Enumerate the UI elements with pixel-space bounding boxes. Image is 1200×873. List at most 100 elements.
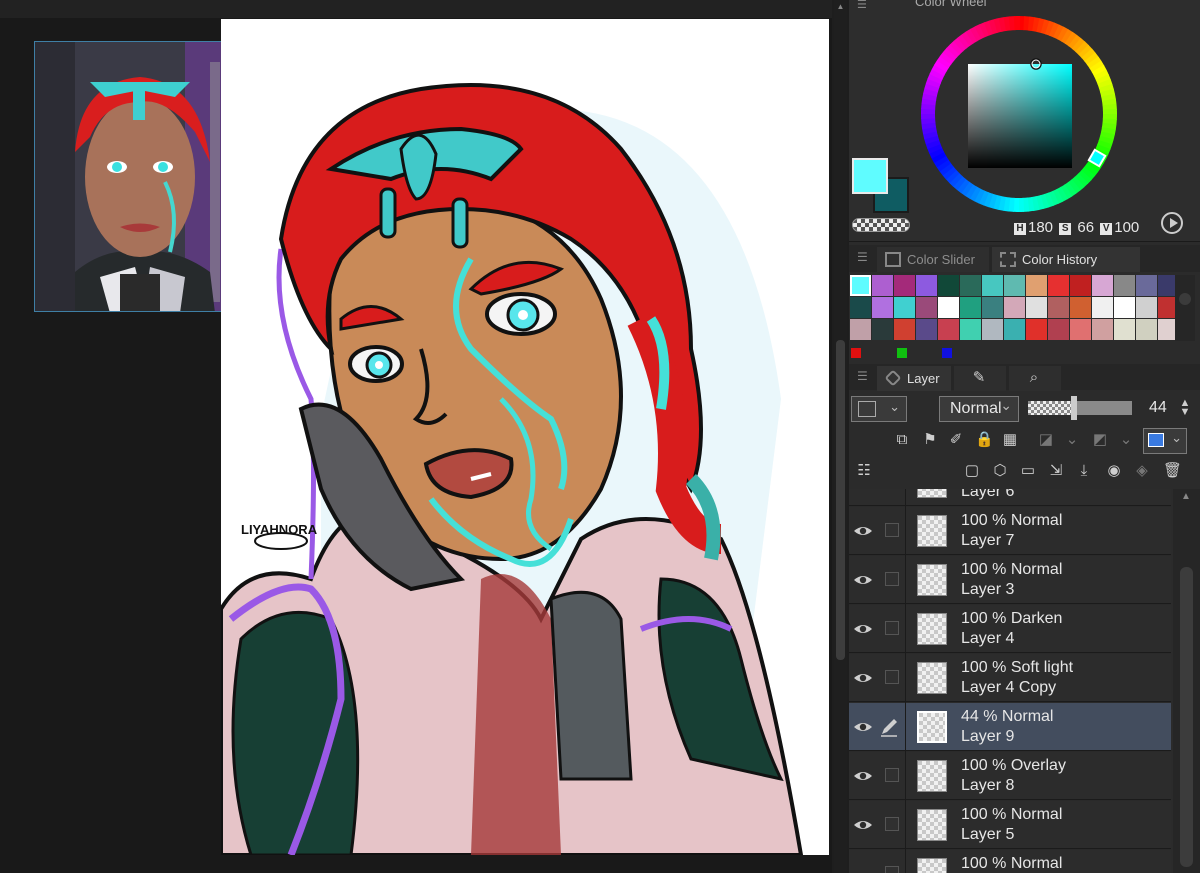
drawing-canvas[interactable]: LIYAHNORA <box>221 19 829 855</box>
transparent-color-swatch[interactable] <box>852 218 910 232</box>
layer-color-toggle[interactable]: ⌄ <box>1143 428 1187 454</box>
main-color-swatch[interactable] <box>852 158 888 194</box>
eye-icon[interactable] <box>853 570 873 590</box>
color-history-swatch[interactable] <box>1136 297 1157 318</box>
layer-settings-icon[interactable]: ☷ <box>855 462 873 480</box>
color-history-swatch[interactable] <box>938 297 959 318</box>
color-history-scrollbar[interactable] <box>1175 275 1195 341</box>
panel-menu-icon[interactable]: ☰ <box>857 0 871 11</box>
reference-image[interactable] <box>34 41 247 312</box>
color-history-swatch[interactable] <box>1136 275 1157 296</box>
layer-lock-checkbox[interactable] <box>885 866 899 873</box>
color-history-swatch[interactable] <box>982 297 1003 318</box>
lock-transparency-icon[interactable]: ▦ <box>1001 431 1019 449</box>
color-history-swatch[interactable] <box>1092 275 1113 296</box>
layer-list[interactable]: Layer 6 100 % Normal Layer 7 100 % Normal La… <box>849 489 1171 873</box>
delete-layer-icon[interactable]: 🗑 <box>1163 462 1182 480</box>
color-history-swatch[interactable] <box>1092 319 1113 340</box>
eye-icon[interactable] <box>853 521 873 541</box>
scroll-up-arrow-icon[interactable]: ▲ <box>836 2 845 11</box>
color-history-swatch[interactable] <box>982 319 1003 340</box>
color-history-swatch[interactable] <box>938 275 959 296</box>
layer-lock-checkbox[interactable] <box>885 572 899 586</box>
tab-color-history[interactable]: Color History <box>992 247 1140 272</box>
new-vector-layer-icon[interactable]: ⬡ <box>991 462 1009 480</box>
opacity-stepper-icon[interactable]: ▲ ▼ <box>1176 398 1194 418</box>
tab-navigator[interactable]: ⌕ <box>1009 366 1061 391</box>
layer-row[interactable]: 100 % Darken Layer 4 <box>849 605 1171 653</box>
opacity-slider[interactable] <box>1028 401 1132 415</box>
color-history-swatch[interactable] <box>872 297 893 318</box>
color-history-swatch[interactable] <box>1114 275 1135 296</box>
s-value[interactable]: 66 <box>1077 219 1094 236</box>
canvas-vertical-scrollbar[interactable]: ▲ <box>834 0 847 873</box>
new-raster-layer-icon[interactable]: ▢ <box>963 462 981 480</box>
reference-layer-icon[interactable]: ⚑ <box>921 431 939 449</box>
tab-color-slider[interactable]: Color Slider <box>877 247 989 272</box>
layer-row[interactable]: 100 % Overlay Layer 8 <box>849 752 1171 800</box>
hsv-readout[interactable]: H 180 S 66 V 100 <box>1012 219 1139 236</box>
color-history-swatch[interactable] <box>1048 297 1069 318</box>
color-history-swatch[interactable] <box>1136 319 1157 340</box>
eye-icon[interactable] <box>853 619 873 639</box>
color-history-swatch[interactable] <box>1026 275 1047 296</box>
color-history-swatch[interactable] <box>850 319 871 340</box>
color-history-swatch[interactable] <box>872 319 893 340</box>
clipping-icon[interactable]: ⧉ <box>893 431 911 449</box>
eye-icon[interactable] <box>853 668 873 688</box>
v-value[interactable]: 100 <box>1114 219 1139 236</box>
play-icon[interactable] <box>1161 212 1183 234</box>
opacity-value[interactable]: 44 <box>1149 399 1167 417</box>
apply-mask-icon[interactable]: ◈ <box>1133 462 1151 480</box>
layer-row[interactable]: Layer 6 <box>849 489 1171 506</box>
color-history-swatch[interactable] <box>938 319 959 340</box>
eye-icon[interactable] <box>853 766 873 786</box>
color-history-swatch[interactable] <box>1114 297 1135 318</box>
eye-icon[interactable] <box>853 815 873 835</box>
panel-menu-icon[interactable]: ☰ <box>857 370 869 382</box>
color-history-swatch[interactable] <box>1048 275 1069 296</box>
layer-row[interactable]: 100 % Normal Layer 3 <box>849 556 1171 604</box>
chevron-down-icon[interactable]: ⌄ <box>1063 431 1081 449</box>
create-mask-icon[interactable]: ◉ <box>1105 462 1123 480</box>
layer-lock-checkbox[interactable] <box>885 523 899 537</box>
color-history-grid[interactable] <box>850 275 1179 341</box>
color-history-swatch[interactable] <box>1048 319 1069 340</box>
layer-row[interactable]: 44 % Normal Layer 9 <box>849 703 1171 751</box>
color-history-swatch[interactable] <box>1026 319 1047 340</box>
color-wheel[interactable] <box>919 14 1119 214</box>
color-history-swatch[interactable] <box>1004 319 1025 340</box>
color-history-swatch[interactable] <box>1070 275 1091 296</box>
panel-menu-icon[interactable]: ☰ <box>857 251 869 263</box>
blend-mode-select[interactable]: Normal <box>939 393 1019 422</box>
color-history-swatch[interactable] <box>916 319 937 340</box>
color-history-swatch[interactable] <box>960 319 981 340</box>
color-history-swatch[interactable] <box>1004 297 1025 318</box>
eye-icon[interactable] <box>853 717 873 737</box>
layer-row[interactable]: 100 % Normal Layer 5 <box>849 801 1171 849</box>
layer-row[interactable]: 100 % Normal Layer 7 <box>849 507 1171 555</box>
color-history-swatch[interactable] <box>1070 297 1091 318</box>
layer-lock-checkbox[interactable] <box>885 670 899 684</box>
canvas-workspace[interactable]: LIYAHNORA <box>0 0 832 873</box>
layer-lock-checkbox[interactable] <box>885 621 899 635</box>
merge-down-icon[interactable]: ⤓ <box>1075 462 1093 480</box>
mask-icon[interactable]: ◪ <box>1037 431 1055 449</box>
eye-icon[interactable] <box>853 864 873 873</box>
layer-row[interactable]: 100 % Normal <box>849 850 1171 873</box>
canvas-scroll-thumb[interactable] <box>836 340 845 660</box>
color-history-swatch[interactable] <box>960 275 981 296</box>
color-history-swatch[interactable] <box>1092 297 1113 318</box>
h-value[interactable]: 180 <box>1028 219 1053 236</box>
color-history-swatch[interactable] <box>982 275 1003 296</box>
color-history-swatch[interactable] <box>1070 319 1091 340</box>
color-history-swatch[interactable] <box>916 275 937 296</box>
layer-lock-checkbox[interactable] <box>885 817 899 831</box>
tab-layer[interactable]: Layer <box>877 366 951 391</box>
color-history-swatch[interactable] <box>1114 319 1135 340</box>
color-history-swatch[interactable] <box>894 319 915 340</box>
transfer-down-icon[interactable]: ⇲ <box>1047 462 1065 480</box>
eye-icon[interactable] <box>853 489 873 492</box>
color-history-swatch[interactable] <box>1026 297 1047 318</box>
color-history-swatch[interactable] <box>850 297 871 318</box>
